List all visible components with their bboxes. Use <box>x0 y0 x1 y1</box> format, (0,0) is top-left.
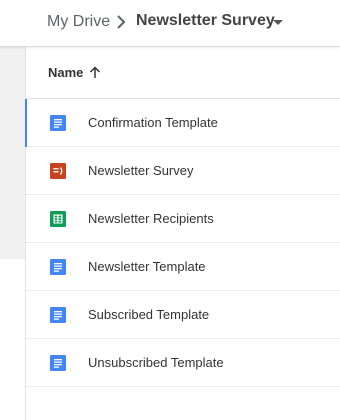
left-panel-blank <box>0 259 25 420</box>
file-row[interactable]: Newsletter Template <box>26 243 340 291</box>
file-name: Newsletter Survey <box>88 163 194 178</box>
docs-icon <box>50 115 66 131</box>
breadcrumb-my-drive[interactable]: My Drive <box>47 13 110 31</box>
chevron-down-icon[interactable] <box>273 20 283 25</box>
left-panel <box>0 47 25 259</box>
file-row[interactable]: Unsubscribed Template <box>26 339 340 387</box>
breadcrumb-current-folder[interactable]: Newsletter Survey <box>136 12 275 30</box>
file-row[interactable]: Subscribed Template <box>26 291 340 339</box>
forms-icon <box>50 163 66 179</box>
file-row[interactable]: Newsletter Recipients <box>26 195 340 243</box>
file-name: Subscribed Template <box>88 307 210 322</box>
docs-icon <box>50 259 66 275</box>
file-row[interactable]: Newsletter Survey <box>26 147 340 195</box>
file-name: Newsletter Recipients <box>88 211 214 226</box>
file-row[interactable]: Confirmation Template <box>25 99 340 147</box>
file-name: Confirmation Template <box>88 115 218 130</box>
sort-arrow-up-icon[interactable] <box>89 66 101 79</box>
file-name: Newsletter Template <box>88 259 206 274</box>
file-list: Name Confirmation Template Newsletter Su… <box>25 47 340 420</box>
name-column-header[interactable]: Name <box>48 65 83 80</box>
docs-icon <box>50 355 66 371</box>
file-name: Unsubscribed Template <box>88 355 224 370</box>
list-header: Name <box>26 47 340 99</box>
docs-icon <box>50 307 66 323</box>
breadcrumb: My Drive Newsletter Survey <box>0 0 340 47</box>
chevron-right-icon <box>117 15 126 29</box>
sheets-icon <box>50 211 66 227</box>
